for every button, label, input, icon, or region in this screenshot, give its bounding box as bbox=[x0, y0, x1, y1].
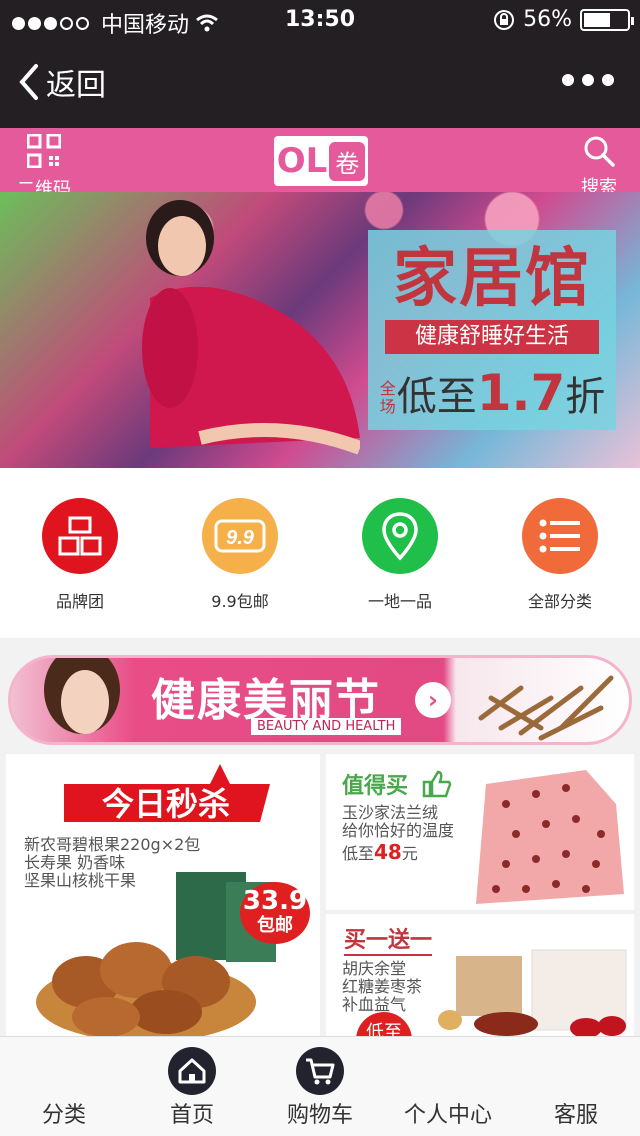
rotation-lock-icon bbox=[494, 9, 515, 30]
search-button[interactable]: 搜索 bbox=[576, 134, 622, 199]
desc-line: 红糖姜枣茶 bbox=[342, 977, 423, 996]
bottom-tab-bar: 分类 首页 购物车 个人中心 客服 bbox=[0, 1036, 640, 1136]
qr-code-button[interactable]: 二维码 bbox=[12, 133, 76, 201]
category-all[interactable]: 全部分类 bbox=[490, 498, 630, 638]
location-pin-icon bbox=[362, 498, 438, 574]
category-label: 品牌团 bbox=[55, 592, 104, 611]
promo-discount: 1.7 bbox=[476, 364, 566, 422]
price-unit: 元 bbox=[401, 844, 418, 863]
tab-profile[interactable]: 个人中心 bbox=[384, 1037, 512, 1136]
bogo-title: 买一送一 bbox=[344, 922, 433, 956]
back-button[interactable]: 返回 bbox=[18, 60, 106, 104]
worth-buying-desc: 玉沙家法兰绒 给你恰好的温度 bbox=[342, 804, 454, 840]
promo-box: 家居馆 健康舒睡好生活 全场 低至 1.7 折 bbox=[368, 230, 616, 430]
hero-banner[interactable]: 家居馆 健康舒睡好生活 全场 低至 1.7 折 bbox=[0, 192, 640, 468]
tab-label: 个人中心 bbox=[403, 1103, 492, 1128]
navigation-bar: 返回 bbox=[0, 40, 640, 128]
category-label: 9.9包邮 bbox=[211, 592, 269, 611]
price-value: 48 bbox=[374, 840, 402, 864]
flash-sale-card[interactable]: 今日秒杀 新农哥碧根果220g×2包 长寿果 奶香味 坚果山核桃干果 33.9 … bbox=[6, 754, 320, 1036]
price-prefix: 低至 bbox=[342, 844, 375, 863]
tab-home[interactable]: 首页 bbox=[128, 1037, 256, 1136]
tab-label: 客服 bbox=[553, 1103, 598, 1128]
tab-customer-service[interactable]: 客服 bbox=[512, 1037, 640, 1136]
chevron-right-icon[interactable]: › bbox=[415, 682, 451, 718]
flash-sale-title: 今日秒杀 bbox=[64, 764, 270, 823]
app-header: 二维码 OL 卷 搜索 bbox=[0, 128, 640, 200]
worth-buying-title: 值得买 bbox=[342, 774, 409, 799]
category-brand-group[interactable]: 品牌团 bbox=[10, 498, 150, 638]
desc-line: 新农哥碧根果220g×2包 bbox=[24, 835, 201, 854]
promo-qualifier: 全场 bbox=[379, 379, 396, 416]
model-portrait-image bbox=[44, 658, 120, 734]
beauty-health-banner[interactable]: 健康美丽节 BEAUTY AND HEALTH › bbox=[8, 655, 632, 745]
more-options-button[interactable] bbox=[562, 74, 614, 86]
bogo-desc: 胡庆余堂 红糖姜枣茶 补血益气 bbox=[342, 960, 422, 1014]
desc-line: 胡庆余堂 bbox=[342, 959, 407, 978]
free-shipping-tag: 包邮 bbox=[257, 915, 293, 936]
tab-label: 购物车 bbox=[286, 1103, 353, 1128]
cordyceps-image bbox=[478, 675, 614, 741]
tab-categories[interactable]: 分类 bbox=[0, 1037, 128, 1136]
category-shortcuts: 品牌团 9.9 9.9包邮 一地一品 全部分类 bbox=[0, 468, 640, 638]
category-free-shipping[interactable]: 9.9 9.9包邮 bbox=[170, 498, 310, 638]
status-bar: 中国移动 13:50 56% bbox=[0, 0, 640, 40]
thumbs-up-icon bbox=[422, 770, 452, 798]
worth-buying-price: 低至48元 bbox=[342, 840, 418, 864]
flash-sale-price: 33.9 bbox=[242, 886, 308, 916]
qr-code-icon bbox=[26, 133, 62, 169]
back-label: 返回 bbox=[46, 68, 106, 103]
desc-line: 长寿果 奶香味 bbox=[24, 853, 126, 872]
blanket-image bbox=[476, 770, 624, 904]
banner-subtitle: BEAUTY AND HEALTH bbox=[251, 718, 402, 735]
search-icon bbox=[584, 136, 615, 167]
desc-line: 玉沙家法兰绒 bbox=[342, 803, 439, 822]
ginger-tea-image bbox=[438, 949, 627, 1036]
tab-label: 分类 bbox=[41, 1103, 86, 1128]
app-logo: OL 卷 bbox=[274, 136, 368, 186]
svg-text:9.9: 9.9 bbox=[226, 527, 255, 549]
home-icon bbox=[168, 1047, 216, 1095]
promo-sale: 全场 低至 1.7 折 bbox=[368, 364, 616, 422]
bogo-price-badge: 低至 bbox=[356, 1012, 412, 1036]
logo-badge: 卷 bbox=[329, 141, 366, 181]
promo-ribbon: 健康舒睡好生活 bbox=[385, 320, 599, 354]
battery-percent: 56% bbox=[523, 7, 572, 32]
shopping-cart-icon bbox=[296, 1047, 344, 1095]
battery-icon bbox=[580, 8, 634, 31]
brand-group-icon bbox=[42, 498, 118, 574]
buy-one-get-one-card[interactable]: 买一送一 胡庆余堂 红糖姜枣茶 补血益气 低至 bbox=[326, 914, 634, 1036]
desc-line: 给你恰好的温度 bbox=[342, 821, 455, 840]
promo-sale-prefix: 低至 bbox=[396, 374, 477, 420]
flash-sale-label: 今日秒杀 bbox=[102, 785, 230, 823]
promo-sale-suffix: 折 bbox=[565, 374, 606, 420]
category-label: 一地一品 bbox=[367, 592, 432, 611]
category-label: 全部分类 bbox=[527, 592, 592, 611]
worth-buying-card[interactable]: 值得买 玉沙家法兰绒 给你恰好的温度 低至48元 bbox=[326, 754, 634, 910]
price-tag-icon: 9.9 bbox=[202, 498, 278, 574]
model-image bbox=[142, 200, 360, 455]
logo-text: OL bbox=[276, 141, 328, 181]
list-icon bbox=[522, 498, 598, 574]
category-local-specialty[interactable]: 一地一品 bbox=[330, 498, 470, 638]
price-badge: 33.9 包邮 bbox=[240, 882, 310, 944]
chevron-left-icon bbox=[19, 64, 38, 100]
promo-title: 家居馆 bbox=[393, 242, 591, 316]
tab-cart[interactable]: 购物车 bbox=[256, 1037, 384, 1136]
tab-label: 首页 bbox=[169, 1103, 214, 1128]
